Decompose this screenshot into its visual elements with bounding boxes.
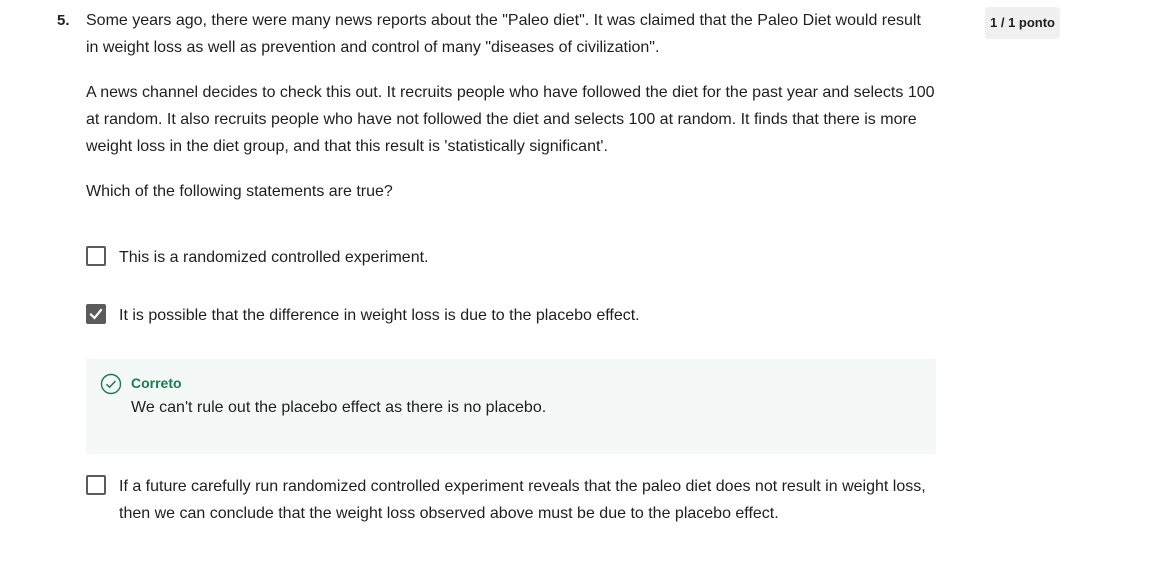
option-1[interactable]: This is a randomized controlled experime… bbox=[86, 244, 936, 271]
option-2-checkbox[interactable] bbox=[86, 304, 106, 324]
option-1-label[interactable]: This is a randomized controlled experime… bbox=[119, 244, 936, 271]
option-3-checkbox[interactable] bbox=[86, 475, 106, 495]
score-badge: 1 / 1 ponto bbox=[985, 7, 1060, 39]
check-circle-icon bbox=[100, 373, 122, 395]
option-2-label[interactable]: It is possible that the difference in we… bbox=[119, 302, 936, 329]
option-1-checkbox[interactable] bbox=[86, 246, 106, 266]
question-paragraph-1: Some years ago, there were many news rep… bbox=[86, 12, 921, 56]
question-paragraph-2: A news channel decides to check this out… bbox=[86, 84, 935, 155]
option-3-label[interactable]: If a future carefully run randomized con… bbox=[119, 473, 936, 527]
feedback-text: We can't rule out the placebo effect as … bbox=[131, 399, 547, 416]
question-number: 5. bbox=[57, 12, 70, 29]
feedback-panel: Correto We can't rule out the placebo ef… bbox=[86, 359, 936, 454]
checkmark-icon bbox=[89, 308, 103, 320]
feedback-status: Correto bbox=[131, 375, 182, 391]
question-prompt: Which of the following statements are tr… bbox=[86, 183, 393, 200]
option-3[interactable]: If a future carefully run randomized con… bbox=[86, 473, 936, 527]
option-2[interactable]: It is possible that the difference in we… bbox=[86, 302, 936, 329]
